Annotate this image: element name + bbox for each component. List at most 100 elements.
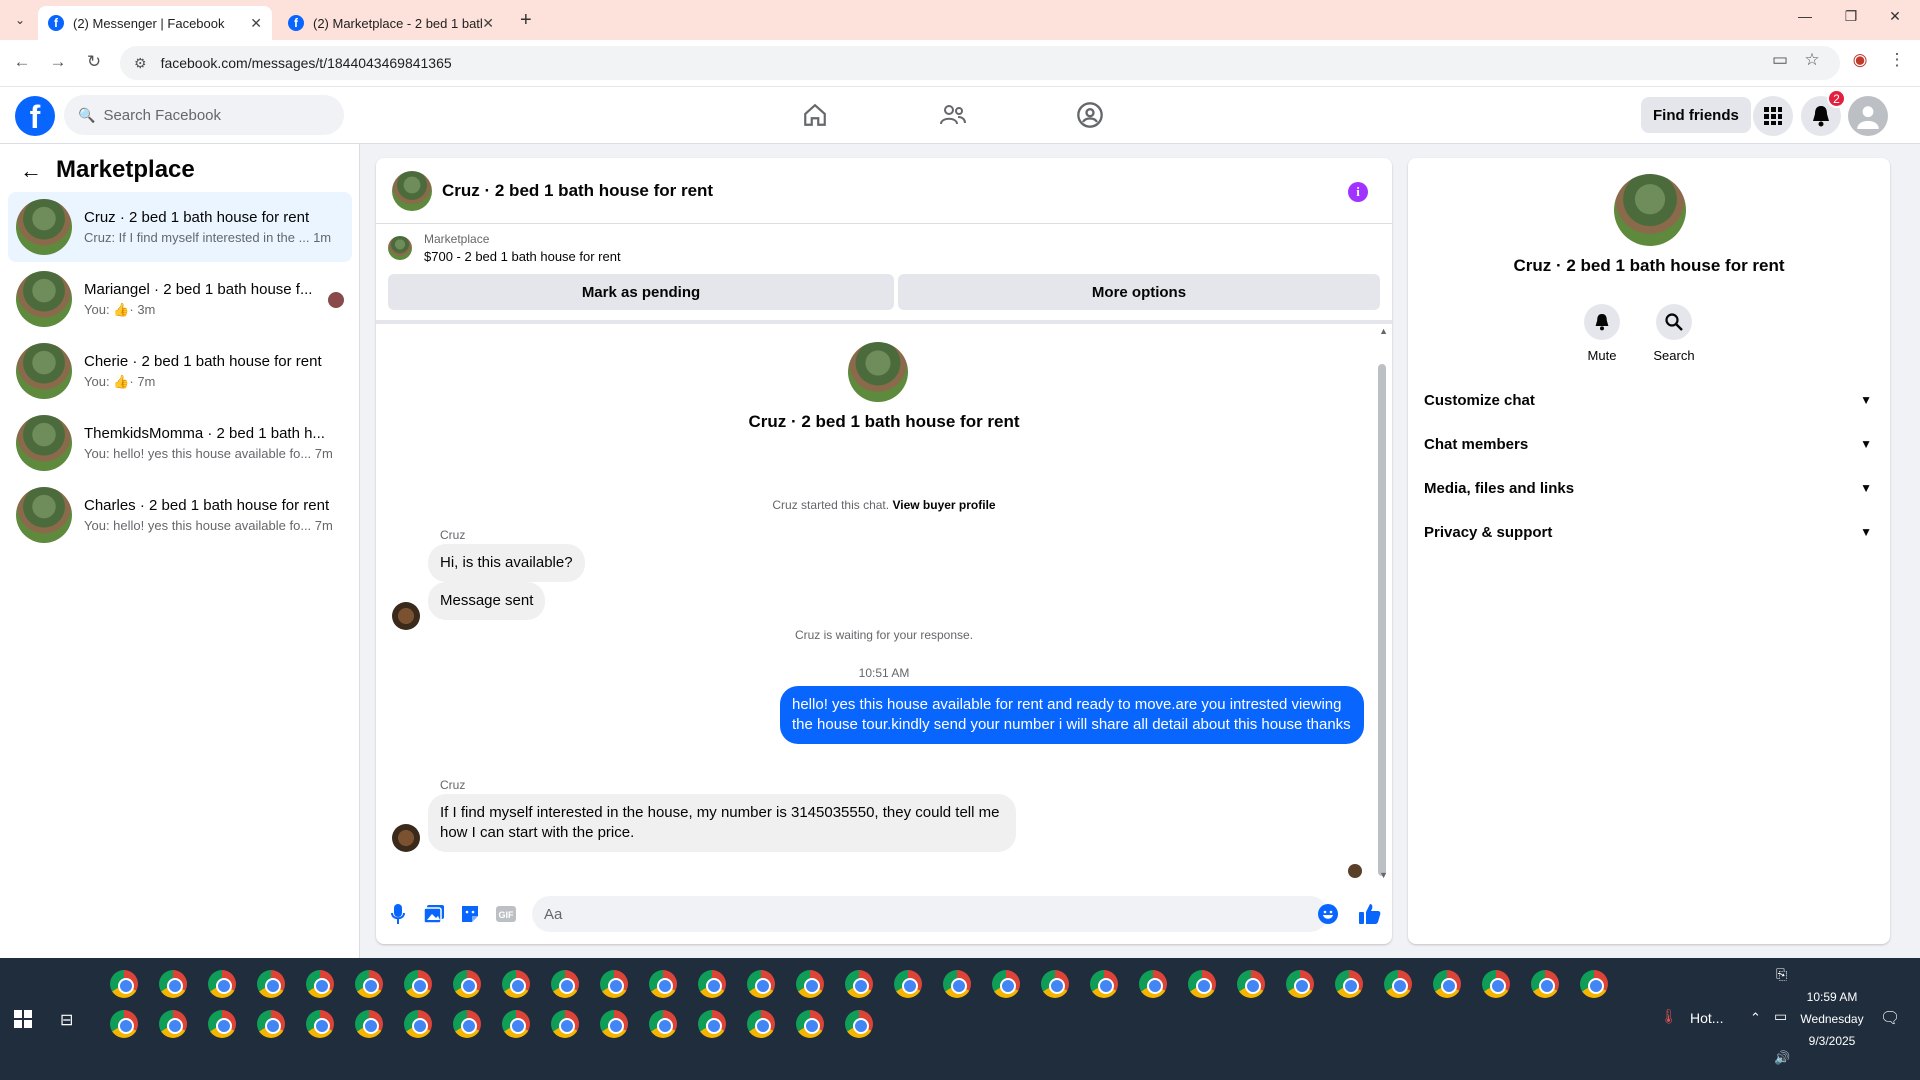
friends-icon[interactable]	[933, 99, 973, 131]
taskbar-app-icon[interactable]	[1482, 970, 1510, 998]
taskbar-app-icon[interactable]	[355, 970, 383, 998]
media-files-links-section[interactable]: Media, files and links ▼	[1424, 468, 1874, 508]
taskbar-app-icon[interactable]	[1335, 970, 1363, 998]
taskbar-app-icon[interactable]	[502, 970, 530, 998]
back-icon[interactable]: ←	[10, 52, 34, 72]
privacy-support-section[interactable]: Privacy & support ▼	[1424, 512, 1874, 552]
home-icon[interactable]	[795, 99, 835, 131]
taskbar-app-icon[interactable]	[600, 1010, 628, 1038]
account-avatar[interactable]	[1848, 96, 1888, 136]
conversation-charles[interactable]: Charles · 2 bed 1 bath house for rent Yo…	[8, 480, 352, 550]
volume-icon[interactable]: 🔊	[1774, 1050, 1790, 1066]
taskbar-app-icon[interactable]	[796, 1010, 824, 1038]
search-in-chat-button[interactable]: Search	[1644, 304, 1704, 363]
windows-start-icon[interactable]	[14, 1010, 32, 1028]
close-window-icon[interactable]: ✕	[1880, 8, 1910, 25]
facebook-search-input[interactable]: 🔍 Search Facebook	[64, 95, 344, 135]
taskbar-app-icon[interactable]	[257, 1010, 285, 1038]
scroll-up-arrow-icon[interactable]: ▲	[1379, 326, 1388, 336]
bookmark-star-icon[interactable]: ☆	[1800, 50, 1824, 70]
taskbar-app-icon[interactable]	[894, 970, 922, 998]
forward-icon[interactable]: →	[46, 52, 70, 72]
taskbar-app-icon[interactable]	[1139, 970, 1167, 998]
message-scrollbar[interactable]	[1378, 364, 1386, 876]
taskbar-app-icon[interactable]	[649, 970, 677, 998]
taskbar-app-icon[interactable]	[257, 970, 285, 998]
reload-icon[interactable]: ↻	[82, 52, 106, 72]
taskbar-app-icon[interactable]	[208, 1010, 236, 1038]
tab-search-chevron-icon[interactable]: ⌄	[8, 8, 32, 32]
install-app-icon[interactable]: ▭	[1768, 50, 1792, 70]
tab-close-icon[interactable]: ✕	[482, 15, 494, 32]
back-arrow-icon[interactable]: ←	[20, 158, 42, 184]
taskbar-app-icon[interactable]	[943, 970, 971, 998]
task-view-icon[interactable]: ⊟	[60, 1010, 73, 1030]
taskbar-app-icon[interactable]	[1531, 970, 1559, 998]
browser-tab-marketplace[interactable]: f (2) Marketplace - 2 bed 1 bath h ✕	[278, 6, 504, 40]
browser-menu-icon[interactable]: ⋮	[1885, 50, 1909, 70]
url-bar[interactable]: ⚙ facebook.com/messages/t/18440434698413…	[120, 46, 1840, 80]
minimize-icon[interactable]: —	[1790, 8, 1820, 24]
taskbar-app-icon[interactable]	[502, 1010, 530, 1038]
taskbar-app-icon[interactable]	[747, 970, 775, 998]
display-icon[interactable]: ⎘	[1776, 966, 1787, 983]
facebook-logo[interactable]: f	[15, 96, 55, 136]
info-icon[interactable]: i	[1348, 182, 1368, 202]
message-input[interactable]: Aa	[532, 896, 1328, 932]
taskbar-app-icon[interactable]	[453, 1010, 481, 1038]
profile-icon[interactable]: ◉	[1848, 50, 1872, 70]
mute-button[interactable]: Mute	[1572, 304, 1632, 363]
conversation-themkidsmomma[interactable]: ThemkidsMomma · 2 bed 1 bath h... You: h…	[8, 408, 352, 478]
mark-as-pending-button[interactable]: Mark as pending	[388, 274, 894, 310]
microphone-icon[interactable]	[386, 902, 410, 926]
taskbar-app-icon[interactable]	[159, 1010, 187, 1038]
taskbar-app-icon[interactable]	[698, 970, 726, 998]
info-listing-thumbnail[interactable]	[1614, 174, 1686, 246]
scroll-down-arrow-icon[interactable]: ▼	[1379, 870, 1388, 880]
taskbar-app-icon[interactable]	[1041, 970, 1069, 998]
sticker-icon[interactable]	[458, 902, 482, 926]
photo-icon[interactable]	[422, 902, 446, 926]
taskbar-app-icon[interactable]	[355, 1010, 383, 1038]
taskbar-app-icon[interactable]	[551, 1010, 579, 1038]
tab-close-icon[interactable]: ✕	[250, 15, 262, 32]
sender-avatar[interactable]	[392, 824, 420, 852]
taskbar-app-icon[interactable]	[404, 970, 432, 998]
chat-listing-thumbnail[interactable]	[392, 170, 432, 211]
taskbar-app-icon[interactable]	[600, 970, 628, 998]
taskbar-app-icon[interactable]	[1188, 970, 1216, 998]
taskbar-app-icon[interactable]	[845, 1010, 873, 1038]
view-buyer-profile-link[interactable]: View buyer profile	[892, 498, 995, 512]
taskbar-app-icon[interactable]	[306, 970, 334, 998]
browser-tab-messenger[interactable]: f (2) Messenger | Facebook ✕	[38, 6, 272, 40]
taskbar-app-icon[interactable]	[845, 970, 873, 998]
taskbar-app-icon[interactable]	[208, 970, 236, 998]
conversation-cruz[interactable]: Cruz · 2 bed 1 bath house for rent Cruz:…	[8, 192, 352, 262]
chat-title[interactable]: Cruz · 2 bed 1 bath house for rent	[442, 181, 713, 201]
taskbar-app-icon[interactable]	[1580, 970, 1608, 998]
taskbar-app-icon[interactable]	[453, 970, 481, 998]
taskbar-app-icon[interactable]	[110, 970, 138, 998]
taskbar-app-icon[interactable]	[1433, 970, 1461, 998]
notification-center-icon[interactable]: 🗨	[1880, 1008, 1900, 1028]
taskbar-app-icon[interactable]	[1237, 970, 1265, 998]
taskbar-app-icon[interactable]	[1090, 970, 1118, 998]
conversation-mariangel[interactable]: Mariangel · 2 bed 1 bath house f... You:…	[8, 264, 352, 334]
taskbar-app-icon[interactable]	[698, 1010, 726, 1038]
taskbar-app-icon[interactable]	[306, 1010, 334, 1038]
conversation-cherie[interactable]: Cherie · 2 bed 1 bath house for rent You…	[8, 336, 352, 406]
taskbar-app-icon[interactable]	[992, 970, 1020, 998]
listing-summary[interactable]: Marketplace $700 - 2 bed 1 bath house fo…	[388, 232, 621, 264]
taskbar-app-icon[interactable]	[551, 970, 579, 998]
show-hidden-icons-chevron-icon[interactable]: ⌃	[1750, 1010, 1761, 1026]
customize-chat-section[interactable]: Customize chat ▼	[1424, 380, 1874, 420]
chat-members-section[interactable]: Chat members ▼	[1424, 424, 1874, 464]
network-icon[interactable]: ▭	[1774, 1008, 1787, 1025]
taskbar-app-icon[interactable]	[404, 1010, 432, 1038]
taskbar-app-icon[interactable]	[1286, 970, 1314, 998]
new-tab-icon[interactable]: +	[520, 9, 532, 32]
groups-icon[interactable]	[1070, 99, 1110, 131]
restore-icon[interactable]: ❐	[1836, 8, 1866, 25]
menu-grid-icon[interactable]	[1753, 96, 1793, 136]
clock-day[interactable]: Wednesday	[1792, 1012, 1872, 1026]
